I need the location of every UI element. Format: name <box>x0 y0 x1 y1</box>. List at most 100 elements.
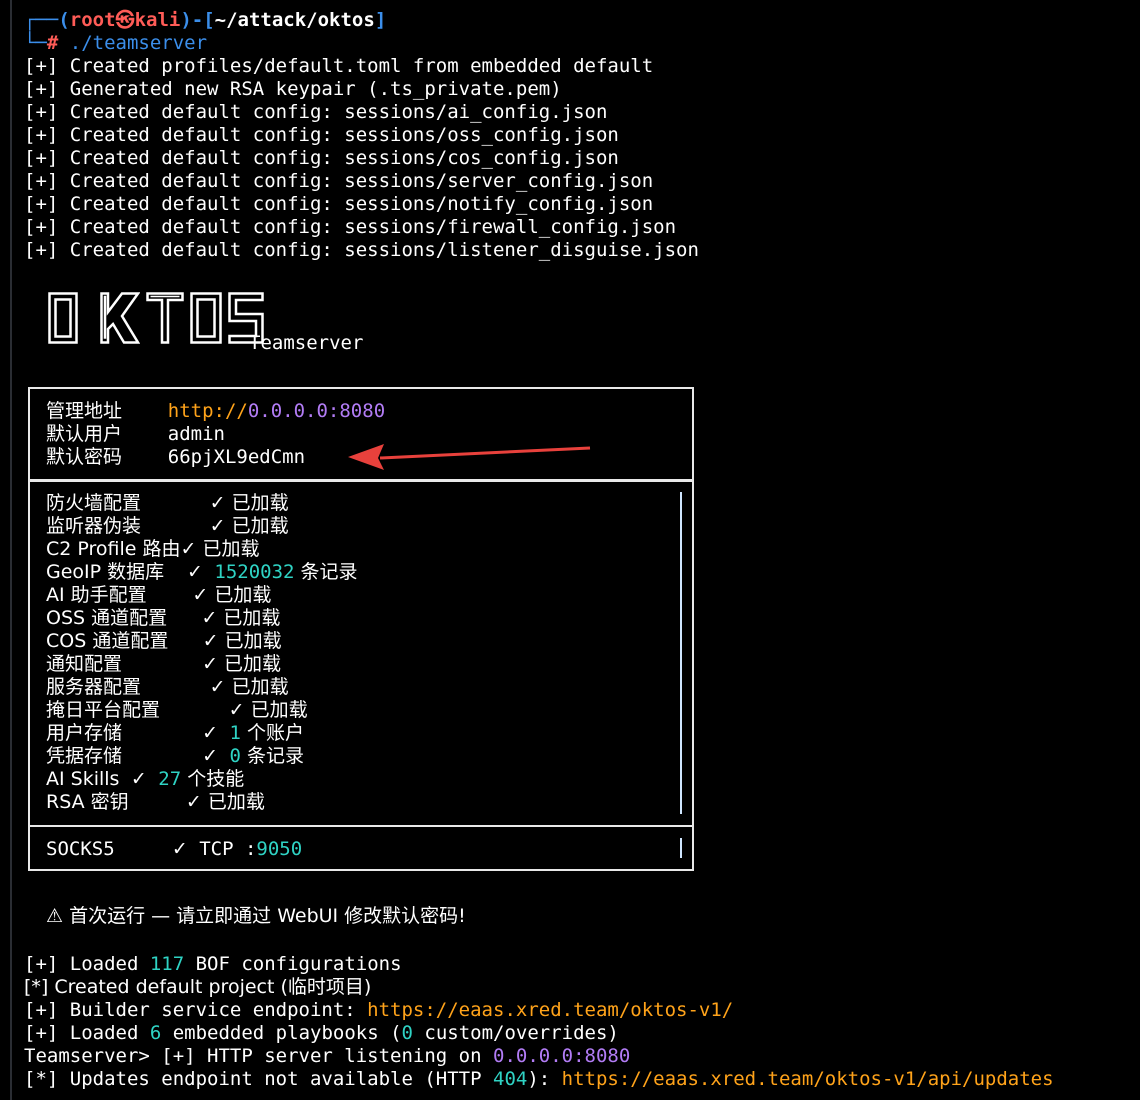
status-text: 已加载 <box>217 607 281 629</box>
logo-letter-k <box>100 292 140 344</box>
socks-pad <box>115 838 172 860</box>
prompt-path: ~/attack/oktos <box>214 9 375 31</box>
log-text: [+] Loaded <box>24 1022 150 1044</box>
status-text: 个技能 <box>181 768 245 790</box>
default-user-row: 默认用户 admin <box>46 423 225 446</box>
status-text: 已加载 <box>218 653 282 675</box>
log-line: [+] Loaded 117 BOF configurations <box>24 953 402 976</box>
listen-host: 0.0.0.0:8080 <box>493 1045 631 1067</box>
socks-box-inner-rule <box>680 838 682 858</box>
check-icon: ✓ <box>202 722 219 744</box>
log-line: [+] Builder service endpoint: https://ea… <box>24 999 733 1022</box>
check-icon: ✓ <box>180 538 197 560</box>
prompt-corner-top: ┌── <box>24 9 59 31</box>
status-text: 已加载 <box>201 791 265 813</box>
status-label: 凭据存储 <box>46 745 123 767</box>
status-pad <box>164 561 187 583</box>
warning-icon: ⚠ <box>46 905 64 927</box>
status-row: 防火墙配置 ✓ 已加载 <box>46 492 289 515</box>
first-run-warning: ⚠ 首次运行 — 请立即通过 WebUI 修改默认密码! <box>46 905 466 928</box>
log-text: [+] Loaded <box>24 953 150 975</box>
status-count: 1520032 <box>202 561 295 583</box>
logo-subtitle: Teamserver <box>249 332 364 354</box>
admin-address-row: 管理地址 http://0.0.0.0:8080 <box>46 400 385 423</box>
socks-port: 9050 <box>256 838 303 860</box>
log-text: [*] Created default project (临时项目) <box>24 976 372 998</box>
log-text: ): <box>527 1068 562 1090</box>
status-row: 掩日平台配置 ✓ 已加载 <box>46 699 308 722</box>
prompt-hash: # <box>46 32 59 54</box>
prompt-skull-icon: ㉿ <box>115 9 135 31</box>
logo-letter-t <box>146 292 184 344</box>
log-count: 0 <box>401 1022 413 1044</box>
log-line: [+] Created default config: sessions/oss… <box>24 124 619 146</box>
status-row: COS 通道配置 ✓ 已加载 <box>46 630 282 653</box>
log-text: Teamserver> [+] HTTP server listening on <box>24 1045 493 1067</box>
status-pad <box>122 653 202 675</box>
prompt-open-paren: ( <box>58 9 70 31</box>
default-password-label: 默认密码 <box>46 446 123 468</box>
annotation-arrow-icon <box>348 444 591 470</box>
status-count: 0 <box>218 745 241 767</box>
check-icon: ✓ <box>202 630 219 652</box>
status-label: AI 助手配置 <box>46 584 147 606</box>
check-icon: ✓ <box>209 676 226 698</box>
status-pad <box>141 515 210 537</box>
log-line: [+] Created default config: sessions/lis… <box>24 239 699 261</box>
status-label: 通知配置 <box>46 653 123 675</box>
status-text: 已加载 <box>218 630 282 652</box>
status-row: AI 助手配置 ✓ 已加载 <box>46 584 271 607</box>
default-password-value: 66pjXL9edCmn <box>167 446 306 468</box>
status-text: 已加载 <box>225 676 289 698</box>
log-line: Teamserver> [+] HTTP server listening on… <box>24 1045 630 1068</box>
status-row: C2 Profile 路由✓ 已加载 <box>46 538 259 561</box>
status-pad <box>168 630 202 652</box>
log-text: [+] Builder service endpoint: <box>24 999 368 1021</box>
check-icon: ✓ <box>192 584 209 606</box>
admin-address-host[interactable]: 0.0.0.0:8080 <box>248 400 385 422</box>
terminal-gutter <box>10 0 12 1100</box>
log-line: [+] Loaded 6 embedded playbooks (0 custo… <box>24 1022 619 1045</box>
warning-text: 首次运行 — 请立即通过 WebUI 修改默认密码! <box>63 905 466 927</box>
check-icon: ✓ <box>187 561 203 583</box>
log-text: custom/overrides) <box>412 1022 619 1044</box>
status-label: 服务器配置 <box>46 676 142 698</box>
log-count: 117 <box>149 953 185 975</box>
check-icon: ✓ <box>209 515 226 537</box>
status-label: AI Skills <box>46 768 120 790</box>
status-label: C2 Profile 路由 <box>46 538 181 560</box>
status-pad <box>141 676 210 698</box>
status-row: 监听器伪装 ✓ 已加载 <box>46 515 289 538</box>
status-count: 27 <box>146 768 182 790</box>
logo-letter-o2 <box>190 292 222 344</box>
status-text: 已加载 <box>244 699 308 721</box>
status-text: 条记录 <box>240 745 304 767</box>
default-user-value: admin <box>167 423 225 445</box>
updates-url-link[interactable]: https://eaas.xred.team/oktos-v1/api/upda… <box>562 1068 1054 1090</box>
status-row: AI Skills ✓ 27 个技能 <box>46 768 244 791</box>
status-row: GeoIP 数据库 ✓ 1520032 条记录 <box>46 561 358 584</box>
status-pad <box>129 791 186 813</box>
status-label: OSS 通道配置 <box>46 607 168 629</box>
http-status-code: 404 <box>493 1068 528 1090</box>
default-password-row: 默认密码 66pjXL9edCmn <box>46 446 305 469</box>
status-pad <box>147 584 193 606</box>
status-text: 已加载 <box>225 492 289 514</box>
check-icon: ✓ <box>130 768 147 790</box>
command-line: └─# ./teamserver <box>24 32 207 55</box>
log-line: [+] Generated new RSA keypair (.ts_priva… <box>24 78 562 100</box>
log-line: [+] Created profiles/default.toml from e… <box>24 55 654 77</box>
oktos-logo <box>48 292 264 348</box>
admin-address-label: 管理地址 <box>46 400 123 422</box>
log-line: [+] Created default config: sessions/not… <box>24 193 654 215</box>
admin-address-scheme[interactable]: http:// <box>168 400 248 422</box>
status-row: 服务器配置 ✓ 已加载 <box>46 676 289 699</box>
socks-proto: TCP : <box>187 838 257 860</box>
log-line: [*] Created default project (临时项目) <box>24 976 371 999</box>
builder-url-link[interactable]: https://eaas.xred.team/oktos-v1/ <box>367 999 733 1021</box>
status-row: OSS 通道配置 ✓ 已加载 <box>46 607 280 630</box>
status-label: 用户存储 <box>46 722 123 744</box>
status-row: 用户存储 ✓ 1 个账户 <box>46 722 304 745</box>
status-label: GeoIP 数据库 <box>46 561 165 583</box>
prompt-close-bracket: ] <box>374 9 387 31</box>
